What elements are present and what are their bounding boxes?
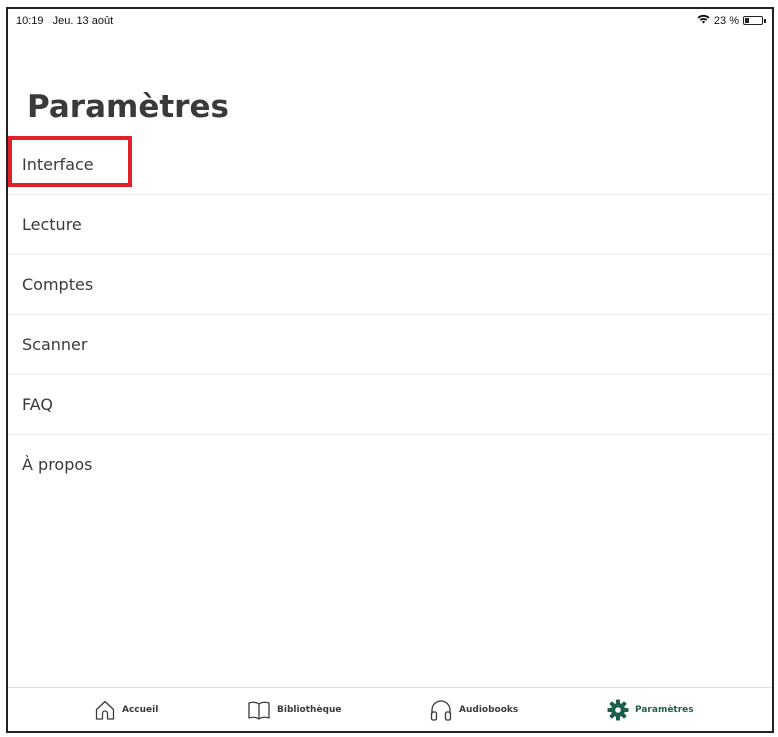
settings-item-lecture[interactable]: Lecture <box>8 195 772 255</box>
tab-label: Paramètres <box>635 704 694 715</box>
settings-item-label: À propos <box>22 455 93 474</box>
tab-bar: Accueil Bibliothèque Audiobooks Paramètr… <box>8 687 772 731</box>
settings-item-interface[interactable]: Interface <box>8 135 772 195</box>
settings-item-label: Scanner <box>22 335 88 354</box>
settings-item-label: Comptes <box>22 275 94 294</box>
page-title: Paramètres <box>27 89 229 125</box>
status-time: 10:19 <box>16 15 44 27</box>
battery-fill <box>745 18 749 23</box>
settings-item-faq[interactable]: FAQ <box>8 375 772 435</box>
tab-label: Accueil <box>122 704 159 715</box>
status-right: 23 % <box>697 14 766 27</box>
home-icon <box>94 699 116 721</box>
settings-item-scanner[interactable]: Scanner <box>8 315 772 375</box>
settings-item-label: Interface <box>22 155 94 174</box>
tab-bibliotheque[interactable]: Bibliothèque <box>247 688 342 731</box>
settings-item-a-propos[interactable]: À propos <box>8 435 772 495</box>
battery-icon <box>743 16 763 25</box>
wifi-icon <box>697 14 710 27</box>
status-left: 10:19 Jeu. 13 août <box>16 15 113 27</box>
battery-tip <box>764 18 766 23</box>
tab-parametres[interactable]: Paramètres <box>607 688 694 731</box>
battery-percent: 23 % <box>713 14 739 27</box>
status-bar: 10:19 Jeu. 13 août 23 % <box>8 9 772 31</box>
settings-list: Interface Lecture Comptes Scanner FAQ À … <box>8 135 772 495</box>
tab-label: Audiobooks <box>459 704 519 715</box>
book-icon <box>247 700 271 720</box>
settings-item-label: Lecture <box>22 215 82 234</box>
tablet-screen: 10:19 Jeu. 13 août 23 % Paramètres Inter… <box>6 7 774 733</box>
settings-item-comptes[interactable]: Comptes <box>8 255 772 315</box>
settings-item-label: FAQ <box>22 395 53 414</box>
tab-label: Bibliothèque <box>277 704 342 715</box>
gear-icon <box>607 699 629 721</box>
tab-accueil[interactable]: Accueil <box>94 688 158 731</box>
status-date: Jeu. 13 août <box>52 15 114 27</box>
tab-audiobooks[interactable]: Audiobooks <box>429 688 518 731</box>
headphones-icon <box>429 699 453 721</box>
